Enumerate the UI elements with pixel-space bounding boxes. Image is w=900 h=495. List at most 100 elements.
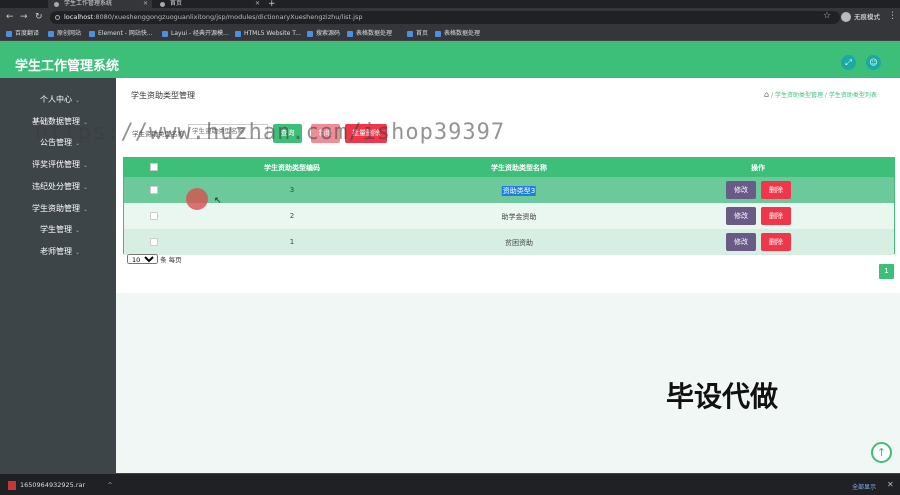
delete-button[interactable]: 删除: [761, 207, 791, 225]
cell-name: 资助类型3: [501, 186, 537, 196]
bookmark-item[interactable]: HTML5 Website T...: [235, 29, 301, 39]
chevron-down-icon: ⌄: [74, 227, 81, 234]
download-filename: 1650964932925.rar: [20, 481, 86, 489]
bookmark-item[interactable]: Layui - 经典开源模...: [162, 29, 229, 39]
edit-button[interactable]: 修改: [726, 181, 756, 199]
reload-icon[interactable]: ↻: [35, 11, 43, 23]
info-icon: [55, 15, 60, 20]
overlay-text: 毕设代做: [666, 380, 779, 413]
breadcrumb-item: 学生资助类型列表: [828, 92, 877, 99]
bookmark-item[interactable]: 百度翻译: [6, 29, 39, 39]
page-title: 学生资助类型管理: [131, 91, 195, 100]
chevron-up-icon[interactable]: ^: [107, 481, 112, 489]
home-icon[interactable]: ⌂: [764, 90, 769, 99]
chevron-down-icon: ⌄: [74, 97, 81, 104]
table-row[interactable]: 2 助学金资助 修改 删除: [124, 203, 894, 229]
close-icon[interactable]: ✕: [143, 0, 148, 8]
bookmark-star-icon[interactable]: ☆: [823, 11, 831, 21]
tab-title: 学生工作管理系统: [64, 0, 113, 7]
edit-button[interactable]: 修改: [726, 233, 756, 251]
app-title: 学生工作管理系统: [15, 59, 120, 74]
bookmark-icon: [407, 31, 413, 37]
bookmarks-bar: 百度翻译 原创网站 Element - 网站快... Layui - 经典开源模…: [0, 27, 900, 41]
sidebar-item-awards[interactable]: 评奖评优管理 ⌄: [0, 159, 116, 170]
bookmark-icon: [347, 31, 353, 37]
cell-code: 1: [289, 238, 295, 246]
sidebar-item-teachers[interactable]: 老师管理 ⌄: [0, 246, 116, 257]
column-header: 操作: [751, 164, 765, 172]
selected-text: 资助类型3: [501, 186, 537, 196]
pagination-page-button[interactable]: 1: [879, 264, 894, 279]
cell-code: 3: [289, 186, 295, 194]
download-bar: 1650964932925.rar ^ 全部显示 ✕: [0, 473, 900, 495]
bookmark-icon: [48, 31, 54, 37]
profile-label: 无痕模式: [854, 13, 880, 21]
tab-title: 首页: [170, 0, 183, 7]
content-background: [116, 293, 900, 473]
bookmark-item[interactable]: 表格数据处理: [347, 29, 392, 39]
back-to-top-icon[interactable]: ↑: [871, 442, 892, 463]
column-header: 学生资助类型编码: [264, 164, 320, 172]
select-all-checkbox[interactable]: [150, 163, 158, 171]
bookmark-icon: [235, 31, 241, 37]
bookmark-icon: [307, 31, 313, 37]
bookmark-icon: [6, 31, 12, 37]
table-row[interactable]: 1 贫困资助 修改 删除: [124, 229, 894, 255]
chevron-down-icon: ⌄: [82, 206, 89, 213]
delete-button[interactable]: 删除: [761, 181, 791, 199]
row-checkbox[interactable]: [150, 212, 158, 220]
sidebar-item-student-aid[interactable]: 学生资助管理 ⌄: [0, 203, 116, 214]
breadcrumb: ⌂ / 学生资助类型管理 / 学生资助类型列表: [764, 90, 877, 99]
chevron-down-icon: ⌄: [82, 162, 89, 169]
sidebar-item-discipline[interactable]: 违纪处分管理 ⌄: [0, 181, 116, 192]
bookmark-item[interactable]: 原创网站: [48, 29, 81, 39]
watermark-text: https://www.huzhan.com/ishop39397: [35, 120, 506, 145]
archive-file-icon: [8, 481, 16, 490]
url-path: :8080/xueshenggongzuoguanlixitong/jsp/mo…: [93, 13, 363, 21]
user-icon[interactable]: ☺: [866, 55, 881, 70]
url-bar[interactable]: localhost:8080/xueshenggongzuoguanlixito…: [50, 11, 840, 24]
bookmark-item[interactable]: 搜索源码: [307, 29, 340, 39]
mouse-pointer-icon: ↖: [214, 196, 222, 206]
tab-active[interactable]: 学生工作管理系统 ✕: [48, 0, 152, 8]
tab-inactive[interactable]: 首页 ✕: [154, 0, 264, 8]
incognito-profile[interactable]: 无痕模式: [841, 11, 880, 23]
delete-button[interactable]: 删除: [761, 233, 791, 251]
page-size-label: 条 每页: [160, 256, 182, 264]
page-size-control: 10 条 每页: [127, 254, 182, 264]
menu-icon[interactable]: ⋮: [888, 11, 897, 21]
breadcrumb-item[interactable]: 学生资助类型管理: [775, 92, 823, 99]
row-checkbox[interactable]: [150, 186, 158, 194]
chevron-down-icon: ⌄: [74, 249, 81, 256]
close-icon[interactable]: ✕: [255, 0, 260, 8]
data-table: 学生资助类型编码 学生资助类型名称 操作 3 资助类型3 修改 删除 2 助学金…: [123, 157, 895, 255]
bookmark-icon: [89, 31, 95, 37]
incognito-icon: [841, 12, 851, 22]
bookmark-item[interactable]: Element - 网站快...: [89, 29, 153, 39]
table-row[interactable]: 3 资助类型3 修改 删除: [124, 177, 894, 203]
bookmark-item[interactable]: 首页: [407, 29, 428, 39]
sidebar-item-students[interactable]: 学生管理 ⌄: [0, 224, 116, 235]
forward-icon[interactable]: →: [20, 11, 28, 23]
cell-code: 2: [289, 212, 295, 220]
address-row: ← → ↻ localhost:8080/xueshenggongzuoguan…: [0, 8, 900, 27]
download-item[interactable]: 1650964932925.rar ^: [8, 481, 113, 490]
expand-icon[interactable]: ⤢: [841, 55, 856, 70]
bookmark-icon: [435, 31, 441, 37]
chevron-down-icon: ⌄: [82, 184, 89, 191]
back-icon[interactable]: ←: [6, 11, 14, 23]
row-checkbox[interactable]: [150, 238, 158, 246]
tab-favicon-icon: [160, 2, 165, 7]
show-all-link[interactable]: 全部显示: [852, 482, 876, 491]
bookmark-icon: [162, 31, 168, 37]
sidebar-item-personal-center[interactable]: 个人中心 ⌄: [0, 94, 116, 105]
cell-name: 助学金资助: [501, 213, 537, 221]
column-header: 学生资助类型名称: [491, 164, 547, 172]
url-host: localhost: [64, 13, 94, 21]
close-icon[interactable]: ✕: [887, 480, 894, 489]
bookmark-item[interactable]: 表格数据处理: [435, 29, 480, 39]
app-header: 学生工作管理系统 ⤢ ☺: [0, 41, 900, 78]
table-header: 学生资助类型编码 学生资助类型名称 操作: [124, 158, 894, 177]
page-size-select[interactable]: 10: [127, 254, 158, 264]
edit-button[interactable]: 修改: [726, 207, 756, 225]
